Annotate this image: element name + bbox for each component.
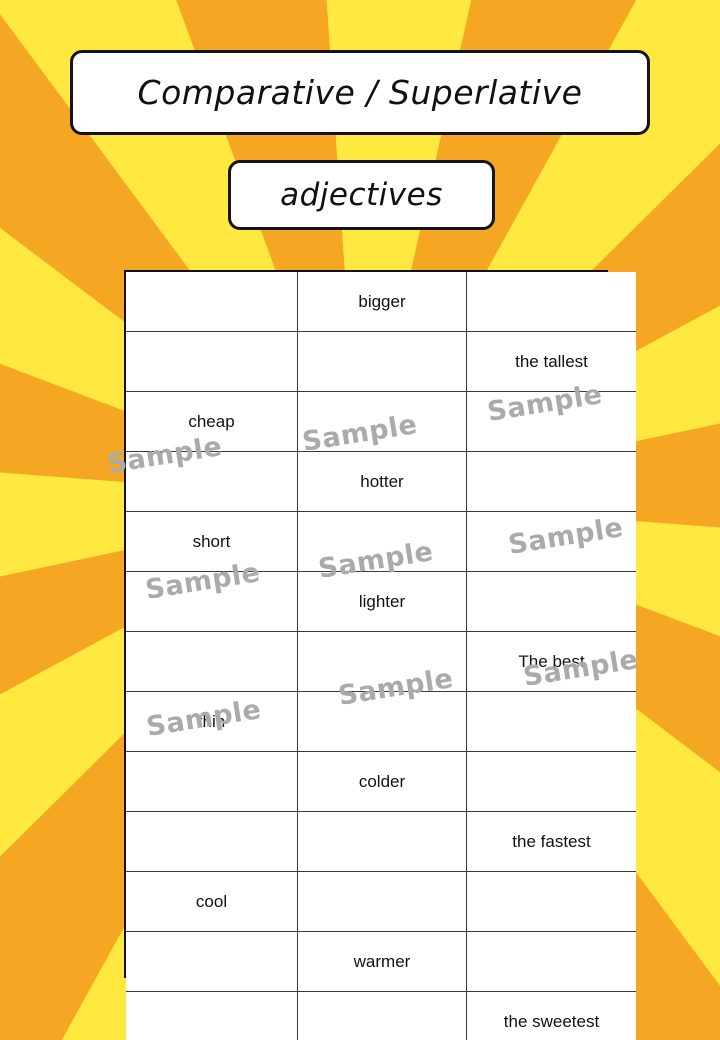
table-cell-blank-superlative[interactable]: [466, 931, 636, 992]
table-cell-blank-base[interactable]: [126, 931, 298, 992]
table-row: cheap: [126, 391, 636, 452]
table-row: the tallest: [126, 331, 636, 392]
table-cell-comparative: warmer: [297, 931, 467, 992]
table-cell-blank-superlative[interactable]: [466, 451, 636, 512]
table-body: bigger the tallest cheap hotter short lighter…: [126, 272, 636, 1040]
table-row: The best: [126, 631, 636, 692]
table-cell-blank-base[interactable]: [126, 331, 298, 392]
table-cell-blank-superlative[interactable]: [466, 511, 636, 572]
table-cell-blank-base[interactable]: [126, 631, 298, 692]
table-cell-superlative: the sweetest: [466, 991, 636, 1040]
table-cell-base: cheap: [126, 391, 298, 452]
adjectives-table: bigger the tallest cheap hotter short lighter…: [126, 272, 636, 1040]
table-row: the sweetest: [126, 991, 636, 1040]
table-row: colder: [126, 751, 636, 812]
table-cell-superlative: the tallest: [466, 331, 636, 392]
table-cell-blank-base[interactable]: [126, 991, 298, 1040]
table-cell-blank-base[interactable]: [126, 751, 298, 812]
title-box: Comparative / Superlative: [70, 50, 650, 135]
table-cell-blank-comparative[interactable]: [297, 871, 467, 932]
table-cell-blank-base[interactable]: [126, 451, 298, 512]
table-cell-blank-superlative[interactable]: [466, 751, 636, 812]
table-cell-blank-base[interactable]: [126, 272, 298, 332]
page-subtitle: adjectives: [280, 177, 443, 213]
table-row: warmer: [126, 931, 636, 992]
worksheet-page: Comparative / Superlative adjectives big…: [0, 0, 720, 1040]
table-cell-base: thin: [126, 691, 298, 752]
table-row: lighter: [126, 571, 636, 632]
table-cell-blank-superlative[interactable]: [466, 571, 636, 632]
table-cell-comparative: lighter: [297, 571, 467, 632]
table-cell-blank-base[interactable]: [126, 811, 298, 872]
table-cell-superlative: The best: [466, 631, 636, 692]
table-row: thin: [126, 691, 636, 752]
table-cell-comparative: colder: [297, 751, 467, 812]
table-cell-base: short: [126, 511, 298, 572]
table-row: the fastest: [126, 811, 636, 872]
table-cell-blank-base[interactable]: [126, 571, 298, 632]
table-row: bigger: [126, 272, 636, 332]
table-cell-blank-superlative[interactable]: [466, 871, 636, 932]
table-row: short: [126, 511, 636, 572]
table-cell-blank-comparative[interactable]: [297, 331, 467, 392]
page-title: Comparative / Superlative: [137, 73, 583, 112]
table-cell-comparative: bigger: [297, 272, 467, 332]
table-cell-superlative: the fastest: [466, 811, 636, 872]
subtitle-box: adjectives: [228, 160, 495, 230]
table-cell-blank-comparative[interactable]: [297, 631, 467, 692]
table-cell-blank-superlative[interactable]: [466, 272, 636, 332]
table-cell-blank-comparative[interactable]: [297, 991, 467, 1040]
table-row: hotter: [126, 451, 636, 512]
adjectives-table-container: bigger the tallest cheap hotter short lighter…: [124, 270, 636, 1040]
table-cell-blank-comparative[interactable]: [297, 811, 467, 872]
table-cell-blank-comparative[interactable]: [297, 391, 467, 452]
table-cell-blank-comparative[interactable]: [297, 511, 467, 572]
table-cell-blank-comparative[interactable]: [297, 691, 467, 752]
table-cell-base: cool: [126, 871, 298, 932]
table-cell-blank-superlative[interactable]: [466, 691, 636, 752]
table-cell-blank-superlative[interactable]: [466, 391, 636, 452]
table-cell-comparative: hotter: [297, 451, 467, 512]
table-row: cool: [126, 871, 636, 932]
